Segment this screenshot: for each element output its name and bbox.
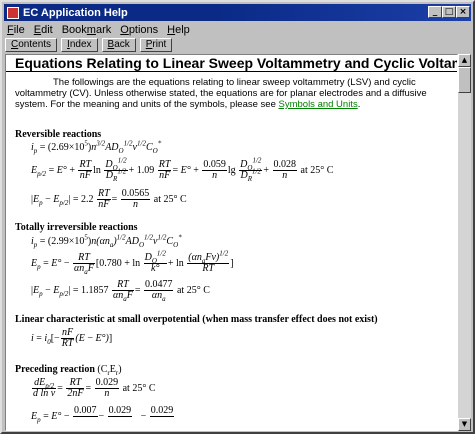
section-reversible: Reversible reactions [15, 129, 102, 140]
equation-reversible-ep2: Ep/2 = E° + RT nF ln DO1/2 DR1/2 + 1.09 RT nF… [31, 156, 334, 183]
equation-preceding-slope: dEp/2 d ln v = RT 2nF = 0.029 n at 25° C [32, 377, 156, 399]
equation-irreversible-ip: ip = (2.99×105)n(αna)1/2ADO1/2v1/2CO* [31, 233, 182, 249]
menu-help[interactable]: Help [167, 24, 190, 36]
equation-preceding-partial: Ep = E° − 0.007 − 0.029 − 0.029 [31, 405, 175, 424]
equation-irreversible-ep: Ep = E° − RT αnaF [0.780 + ln DO1/2 k° + ln … [31, 249, 234, 276]
title-bar[interactable]: EC Application Help _ □ × [4, 4, 471, 21]
section-linear: Linear characteristic at small overpoten… [15, 314, 378, 325]
menu-file[interactable]: File [7, 24, 25, 36]
menu-bookmark[interactable]: Bookmark [62, 24, 112, 36]
maximize-button[interactable]: □ [442, 6, 456, 18]
print-button[interactable]: Print [139, 38, 173, 52]
section-irreversible: Totally irreversible reactions [15, 222, 138, 233]
back-button[interactable]: Back [101, 38, 136, 52]
window-title: EC Application Help [23, 6, 128, 19]
contents-button[interactable]: Contents [5, 38, 58, 52]
scroll-up-icon[interactable]: ▲ [458, 54, 471, 67]
menu-bar: File Edit Bookmark Options Help [4, 22, 471, 37]
help-window: EC Application Help _ □ × File Edit Book… [0, 0, 475, 434]
menu-edit[interactable]: Edit [34, 24, 53, 36]
equation-reversible-ep-diff: |Ep − Ep/2| = 2.2 RT nF = 0.0565 n at 25° C [31, 188, 187, 210]
help-toolbar: Contents Index Back Print [4, 37, 472, 53]
close-button[interactable]: × [456, 6, 470, 18]
equation-reversible-ip: ip = (2.69×105)n3/2ADO1/2v1/2CO* [31, 139, 162, 155]
menu-options[interactable]: Options [120, 24, 158, 36]
topic-title: Equations Relating to Linear Sweep Volta… [15, 55, 458, 71]
help-content[interactable]: Equations Relating to Linear Sweep Volta… [5, 54, 458, 431]
topic-header: Equations Relating to Linear Sweep Volta… [6, 55, 458, 72]
section-preceding: Preceding reaction (CrEr) [15, 364, 122, 377]
app-icon[interactable] [7, 6, 19, 19]
minimize-button[interactable]: _ [428, 6, 442, 18]
scroll-down-icon[interactable]: ▼ [458, 418, 471, 431]
index-button[interactable]: Index [61, 38, 98, 52]
topic-body: The followings are the equations relatin… [6, 72, 457, 430]
intro-paragraph: The followings are the equations relatin… [15, 77, 427, 110]
scroll-thumb[interactable] [458, 67, 471, 93]
vertical-scrollbar[interactable]: ▲ ▼ [458, 54, 471, 431]
symbols-units-link[interactable]: Symbols and Units [279, 99, 358, 110]
equation-linear: i = i0[− nF RT (E − E°)] [31, 327, 113, 349]
equation-irreversible-ep-diff: |Ep − Ep/2| = 1.1857 RT αnaF = 0.0477 αna a… [31, 279, 210, 303]
